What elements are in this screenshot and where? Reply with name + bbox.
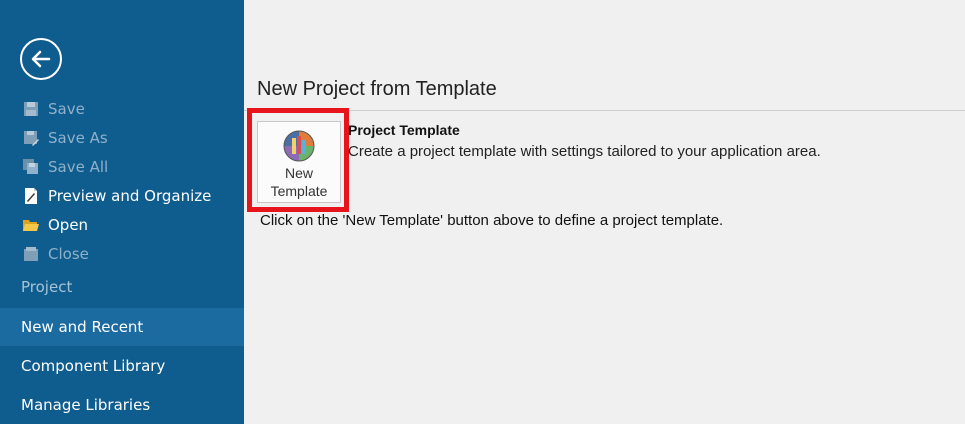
back-button[interactable]	[20, 38, 62, 80]
menu-save-as-label: Save As	[48, 129, 108, 147]
menu-preview-organize[interactable]: Preview and Organize	[22, 184, 211, 208]
nav-component-library-label: Component Library	[21, 357, 166, 375]
backstage-sidebar: Save Save As Save All Preview and Organi…	[0, 0, 244, 424]
menu-save-as[interactable]: Save As	[22, 126, 108, 150]
section-label-project: Project	[21, 278, 73, 296]
open-folder-icon	[22, 216, 40, 234]
nav-component-library[interactable]: Component Library	[0, 347, 244, 385]
menu-close[interactable]: Close	[22, 242, 89, 266]
menu-close-label: Close	[48, 245, 89, 263]
save-all-icon	[22, 158, 40, 176]
nav-manage-libraries-label: Manage Libraries	[21, 396, 151, 414]
menu-save-label: Save	[48, 100, 85, 118]
menu-save-all[interactable]: Save All	[22, 155, 108, 179]
menu-open-label: Open	[48, 216, 89, 234]
menu-save-all-label: Save All	[48, 158, 109, 176]
back-arrow-icon	[31, 50, 51, 68]
menu-preview-organize-label: Preview and Organize	[48, 187, 212, 205]
nav-manage-libraries[interactable]: Manage Libraries	[0, 386, 244, 424]
save-as-icon	[22, 129, 40, 147]
nav-new-and-recent-label: New and Recent	[21, 318, 144, 336]
template-description-text: Create a project template with settings …	[348, 143, 821, 160]
instruction-text: Click on the 'New Template' button above…	[260, 212, 724, 229]
nav-new-and-recent[interactable]: New and Recent	[0, 308, 244, 346]
menu-save[interactable]: Save	[22, 97, 85, 121]
template-description-title: Project Template	[348, 122, 460, 138]
page-title: New Project from Template	[257, 78, 497, 100]
save-icon	[22, 100, 40, 118]
title-divider	[244, 110, 965, 111]
preview-organize-icon	[22, 187, 40, 205]
menu-open[interactable]: Open	[22, 213, 88, 237]
close-project-icon	[22, 245, 40, 263]
highlight-box	[247, 108, 349, 212]
main-content: New Project from Template New Template P…	[244, 0, 965, 424]
